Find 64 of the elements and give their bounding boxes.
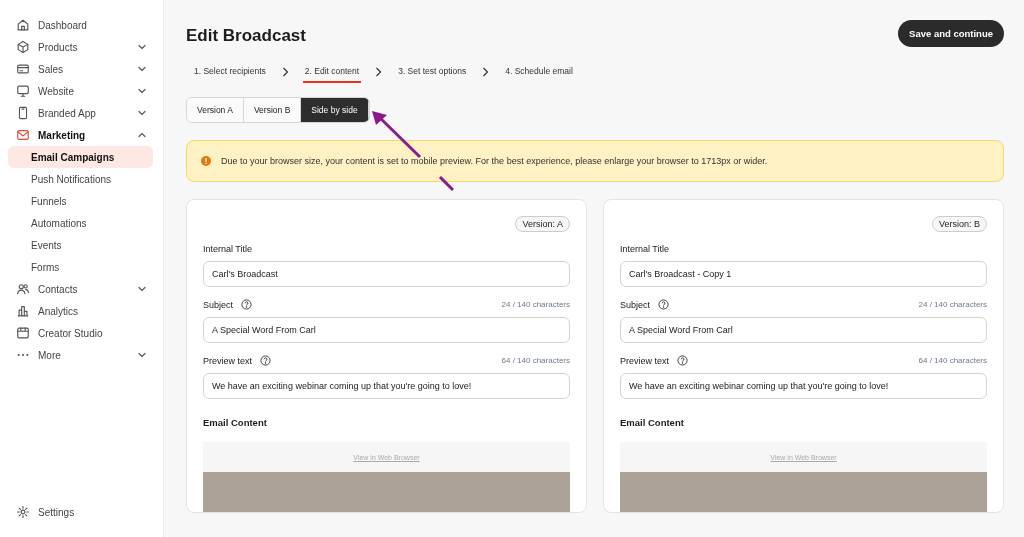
sidebar-subitem[interactable]: Events	[8, 234, 153, 256]
chevron-icon	[375, 67, 383, 77]
field-label: Subject	[620, 299, 651, 310]
sidebar-subitem[interactable]: Email Campaigns	[8, 146, 153, 168]
sidebar-item[interactable]: Contacts	[8, 278, 153, 300]
phone-icon	[16, 106, 30, 120]
help-icon[interactable]	[677, 355, 689, 366]
calendar-icon	[16, 326, 30, 340]
people-icon	[16, 282, 30, 296]
chevron-icon	[482, 67, 490, 77]
sidebar-item[interactable]: More	[8, 344, 153, 366]
sidebar-item[interactable]: Dashboard	[8, 14, 153, 36]
cube-icon	[16, 40, 30, 54]
field-label: Subject	[203, 299, 234, 310]
sidebar-subitem[interactable]: Automations	[8, 212, 153, 234]
field-label: Preview text	[203, 355, 253, 366]
input-field[interactable]: Carl's Broadcast	[203, 261, 570, 287]
help-icon[interactable]	[260, 355, 272, 366]
sidebar-subitem[interactable]: Funnels	[8, 190, 153, 212]
save-button[interactable]: Save and continue	[898, 20, 1004, 47]
sidebar-item[interactable]: Marketing	[8, 124, 153, 146]
sidebar-item[interactable]: Products	[8, 36, 153, 58]
help-icon[interactable]	[241, 299, 253, 310]
page-title: Edit Broadcast	[186, 25, 306, 46]
home-icon	[16, 18, 30, 32]
sidebar-item[interactable]: Branded App	[8, 102, 153, 124]
section-heading: Email Content	[203, 417, 268, 428]
sidebar-item[interactable]: Sales	[8, 58, 153, 80]
version-badge: Version: A	[515, 216, 570, 232]
input-field[interactable]: We have an exciting webinar coming up that you're going to love!	[620, 373, 987, 399]
step-link[interactable]: 4. Schedule email	[503, 61, 575, 83]
settings-item[interactable]: Settings	[8, 501, 153, 523]
character-counter: 24 / 140 characters	[501, 300, 570, 309]
mail-icon	[16, 128, 30, 142]
step-link[interactable]: 3. Set test options	[396, 61, 469, 83]
sidebar-item[interactable]: Website	[8, 80, 153, 102]
section-heading: Email Content	[620, 417, 685, 428]
bar-chart-icon	[16, 304, 30, 318]
input-field[interactable]: Carl's Broadcast - Copy 1	[620, 261, 987, 287]
field-label: Internal Title	[203, 244, 253, 254]
input-field[interactable]: We have an exciting webinar coming up that you're going to love!	[203, 373, 570, 399]
step-link[interactable]: 1. Select recipients	[192, 61, 268, 83]
sidebar-item[interactable]: Creator Studio	[8, 322, 153, 344]
character-counter: 64 / 140 characters	[501, 356, 570, 365]
character-counter: 64 / 140 characters	[918, 356, 987, 365]
chevron-icon	[281, 67, 289, 77]
sidebar-subitem[interactable]: Push Notifications	[8, 168, 153, 190]
monitor-icon	[16, 84, 30, 98]
input-field[interactable]: A Special Word From Carl	[620, 317, 987, 343]
sidebar-item[interactable]: Analytics	[8, 300, 153, 322]
input-field[interactable]: A Special Word From Carl	[203, 317, 570, 343]
field-label: Internal Title	[620, 244, 670, 254]
settings-icon	[16, 505, 30, 519]
help-icon[interactable]	[658, 299, 670, 310]
version-badge: Version: B	[931, 216, 987, 232]
step-link[interactable]: 2. Edit content	[302, 61, 362, 83]
alert-text: Due to your browser size, your content is set to mobile preview. For the best experience, please enlarge your browser to 1713px or wider.	[221, 156, 768, 166]
warning-icon	[201, 156, 211, 166]
sidebar-subitem[interactable]: Forms	[8, 256, 153, 278]
card-icon	[16, 62, 30, 76]
field-label: Preview text	[620, 355, 670, 366]
version-tab[interactable]: Side by side	[301, 98, 369, 122]
version-tab[interactable]: Version A	[187, 98, 244, 122]
character-counter: 24 / 140 characters	[918, 300, 987, 309]
